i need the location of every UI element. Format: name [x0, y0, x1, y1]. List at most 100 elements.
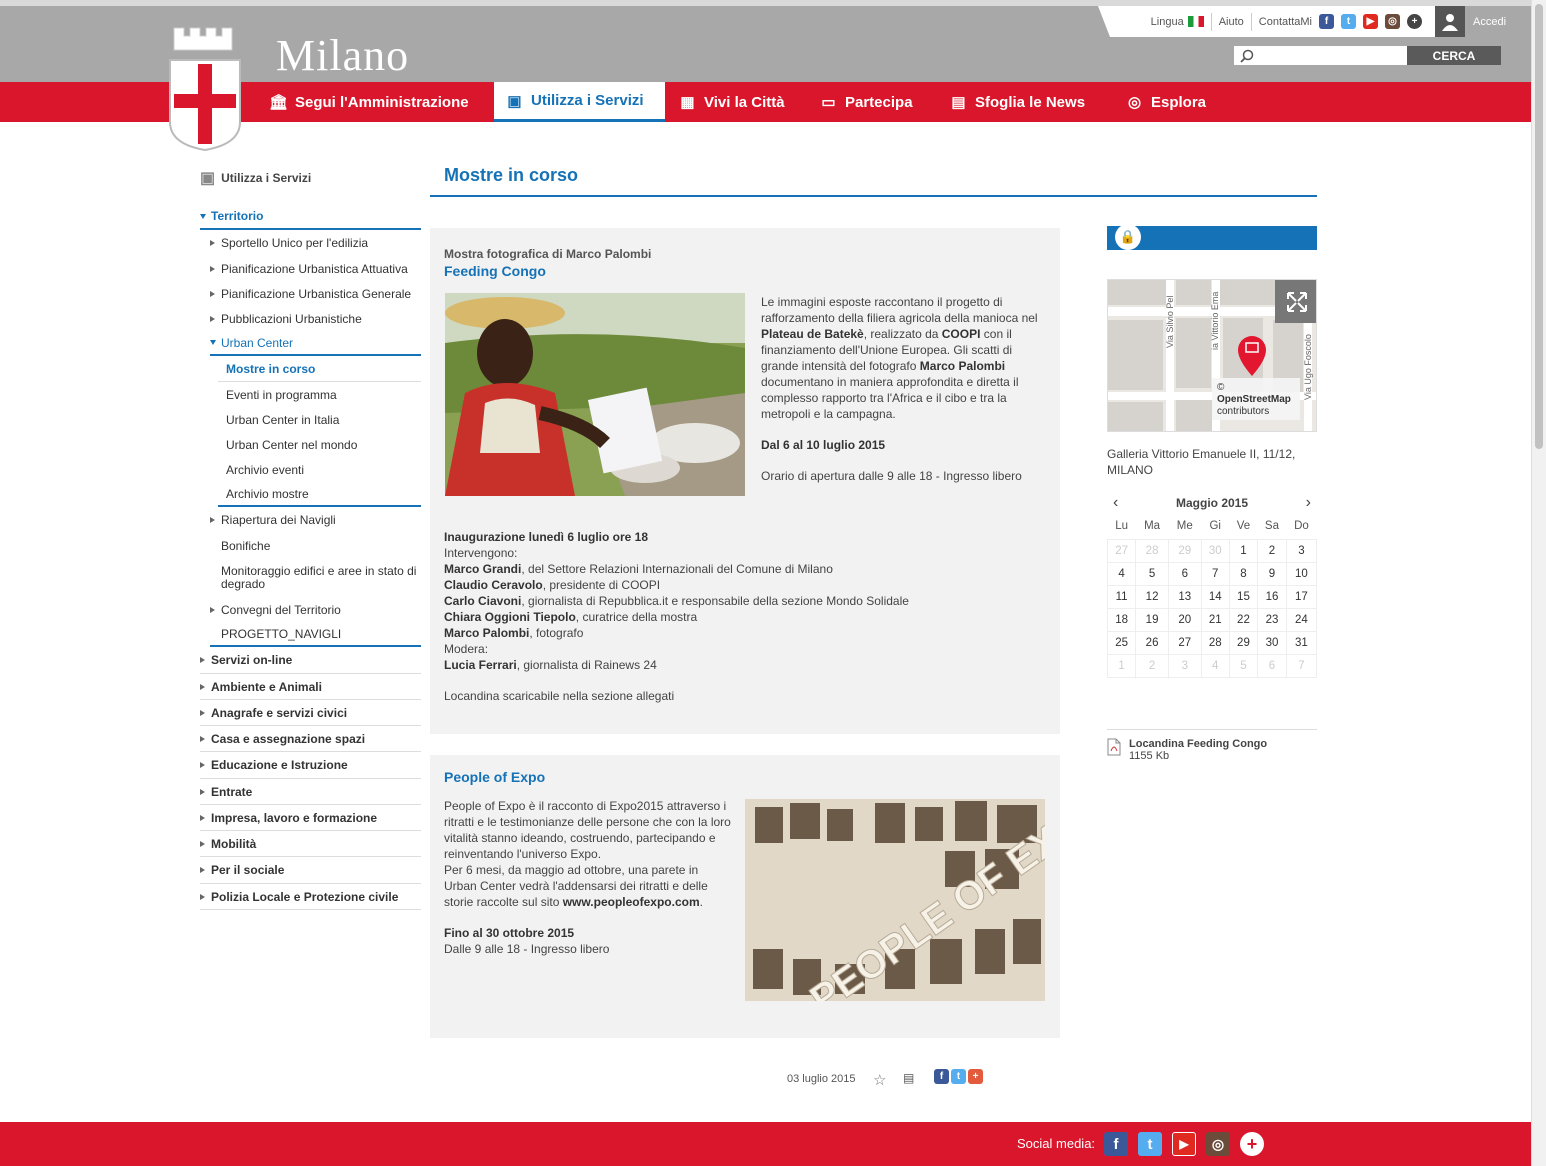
attachment[interactable]: Locandina Feeding Congo 1155 Kb	[1107, 729, 1317, 762]
calendar-day[interactable]: 6	[1167, 561, 1202, 586]
card-title[interactable]: People of Expo	[444, 769, 545, 785]
sidebar-item-territorio[interactable]: Territorio	[200, 204, 421, 230]
facebook-icon[interactable]: f	[1319, 14, 1334, 29]
calendar-day[interactable]: 3	[1285, 538, 1318, 563]
calendar-day[interactable]: 6	[1257, 653, 1287, 678]
calendar-day[interactable]: 31	[1285, 630, 1318, 655]
calendar-day[interactable]: 2	[1135, 653, 1169, 678]
sidebar-section[interactable]: Polizia Locale e Protezione civile	[200, 884, 421, 910]
calendar-day[interactable]: 26	[1135, 630, 1169, 655]
calendar-day[interactable]: 23	[1257, 607, 1287, 632]
calendar-day[interactable]: 7	[1200, 561, 1230, 586]
calendar-day[interactable]: 8	[1228, 561, 1259, 586]
scrollbar-thumb[interactable]	[1535, 4, 1543, 449]
youtube-icon[interactable]: ▶	[1363, 14, 1378, 29]
calendar-day[interactable]: 1	[1106, 653, 1137, 678]
sidebar-subitem[interactable]: Pubblicazioni Urbanistiche	[210, 306, 421, 331]
language-selector[interactable]: Lingua	[1144, 12, 1212, 31]
calendar-day[interactable]: 2	[1257, 538, 1287, 563]
sidebar-leaf[interactable]: Urban Center nel mondo	[218, 432, 421, 457]
card-title[interactable]: Feeding Congo	[444, 263, 546, 279]
calendar-day[interactable]: 29	[1167, 538, 1202, 563]
calendar-day[interactable]: 21	[1200, 607, 1230, 632]
sidebar-leaf[interactable]: Archivio eventi	[218, 457, 421, 482]
sidebar-subitem[interactable]: Bonifiche	[210, 533, 421, 558]
calendar-day[interactable]: 3	[1167, 653, 1202, 678]
calendar-day[interactable]: 15	[1228, 584, 1259, 609]
map-attribution-link[interactable]: OpenStreetMap	[1217, 394, 1291, 406]
scrollbar[interactable]	[1531, 0, 1546, 1166]
calendar-day[interactable]: 22	[1228, 607, 1259, 632]
search-input[interactable]	[1260, 49, 1400, 62]
nav-sfoglia-news[interactable]: ▤ Sfoglia le News	[950, 82, 1085, 122]
help-link[interactable]: Aiuto	[1212, 12, 1252, 31]
calendar-day[interactable]: 27	[1106, 538, 1137, 563]
location-map[interactable]: Via Silvio Pel ia Vittorio Ema Via Ugo F…	[1107, 279, 1317, 432]
footer-facebook-icon[interactable]: f	[1104, 1132, 1128, 1156]
search-box[interactable]	[1234, 46, 1407, 65]
sidebar-leaf[interactable]: Urban Center in Italia	[218, 407, 421, 432]
website-link[interactable]: www.peopleofexpo.com	[563, 895, 700, 909]
milano-logo[interactable]	[168, 26, 242, 152]
instagram-icon[interactable]: ◎	[1385, 14, 1400, 29]
attachment-name[interactable]: Locandina Feeding Congo	[1129, 738, 1267, 750]
sidebar-section[interactable]: Impresa, lavoro e formazione	[200, 805, 421, 831]
calendar-day[interactable]: 25	[1106, 630, 1137, 655]
contact-link[interactable]: ContattaMi f t ▶ ◎ +	[1252, 13, 1429, 31]
footer-twitter-icon[interactable]: t	[1138, 1132, 1162, 1156]
calendar-day[interactable]: 28	[1200, 630, 1230, 655]
sidebar-section[interactable]: Educazione e Istruzione	[200, 752, 421, 779]
sidebar-subitem[interactable]: Pianificazione Urbanistica Attuativa	[210, 256, 421, 281]
calendar-day[interactable]: 24	[1285, 607, 1318, 632]
footer-plus-icon[interactable]: +	[1240, 1132, 1264, 1156]
sidebar-section[interactable]: Servizi on-line	[200, 647, 421, 674]
sidebar-subitem[interactable]: Pianificazione Urbanistica Generale	[210, 281, 421, 306]
calendar-day[interactable]: 13	[1167, 584, 1202, 609]
calendar-day[interactable]: 27	[1167, 630, 1202, 655]
site-brand[interactable]: Milano	[276, 30, 409, 81]
sidebar-section[interactable]: Anagrafe e servizi civici	[200, 700, 421, 726]
calendar-day[interactable]: 5	[1135, 561, 1169, 586]
footer-instagram-icon[interactable]: ◎	[1206, 1132, 1230, 1156]
calendar-day[interactable]: 16	[1257, 584, 1287, 609]
footer-youtube-icon[interactable]: ▶	[1172, 1132, 1196, 1156]
print-icon[interactable]: ▤	[903, 1071, 914, 1085]
calendar-day[interactable]: 17	[1285, 584, 1318, 609]
sidebar-subitem[interactable]: Sportello Unico per l'edilizia	[210, 230, 421, 256]
calendar-day[interactable]: 28	[1135, 538, 1169, 563]
sidebar-subitem[interactable]: Convegni del Territorio	[210, 598, 421, 622]
share-plus-icon[interactable]: +	[968, 1069, 983, 1084]
next-month-icon[interactable]: ›	[1306, 494, 1311, 512]
sidebar-section[interactable]: Ambiente e Animali	[200, 674, 421, 700]
login-button[interactable]: Accedi	[1435, 6, 1531, 37]
share-twitter-icon[interactable]: t	[951, 1069, 966, 1084]
calendar-day[interactable]: 10	[1285, 561, 1318, 586]
calendar-day[interactable]: 18	[1106, 607, 1137, 632]
sidebar-section[interactable]: Mobilità	[200, 831, 421, 857]
calendar-day[interactable]: 4	[1200, 653, 1230, 678]
search-button[interactable]: CERCA	[1407, 46, 1501, 65]
calendar-day[interactable]: 9	[1257, 561, 1287, 586]
nav-segui-amministrazione[interactable]: 🏛 Segui l'Amministrazione	[269, 82, 469, 122]
calendar-day[interactable]: 14	[1200, 584, 1230, 609]
sidebar-section[interactable]: Casa e assegnazione spazi	[200, 726, 421, 752]
favorite-star-icon[interactable]: ☆	[873, 1071, 886, 1089]
calendar-day[interactable]: 1	[1228, 538, 1259, 563]
nav-partecipa[interactable]: ▭ Partecipa	[820, 82, 912, 122]
calendar-day[interactable]: 30	[1257, 630, 1287, 655]
calendar-day[interactable]: 12	[1135, 584, 1169, 609]
calendar-day[interactable]: 11	[1106, 584, 1137, 609]
prev-month-icon[interactable]: ‹	[1113, 494, 1118, 512]
sidebar-leaf[interactable]: Eventi in programma	[218, 382, 421, 407]
sidebar-leaf[interactable]: Archivio mostre	[218, 482, 421, 507]
nav-esplora[interactable]: ◎ Esplora	[1126, 82, 1206, 122]
sidebar-section[interactable]: Entrate	[200, 779, 421, 805]
calendar-day[interactable]: 19	[1135, 607, 1169, 632]
nav-vivi-citta[interactable]: ▦ Vivi la Città	[679, 82, 784, 122]
nav-utilizza-servizi[interactable]: ▣ Utilizza i Servizi	[494, 82, 665, 122]
plus-icon[interactable]: +	[1407, 14, 1422, 29]
calendar-day[interactable]: 29	[1228, 630, 1259, 655]
calendar-day[interactable]: 30	[1200, 538, 1230, 563]
sidebar-section[interactable]: Per il sociale	[200, 857, 421, 884]
sidebar-subitem[interactable]: Riapertura dei Navigli	[210, 507, 421, 533]
